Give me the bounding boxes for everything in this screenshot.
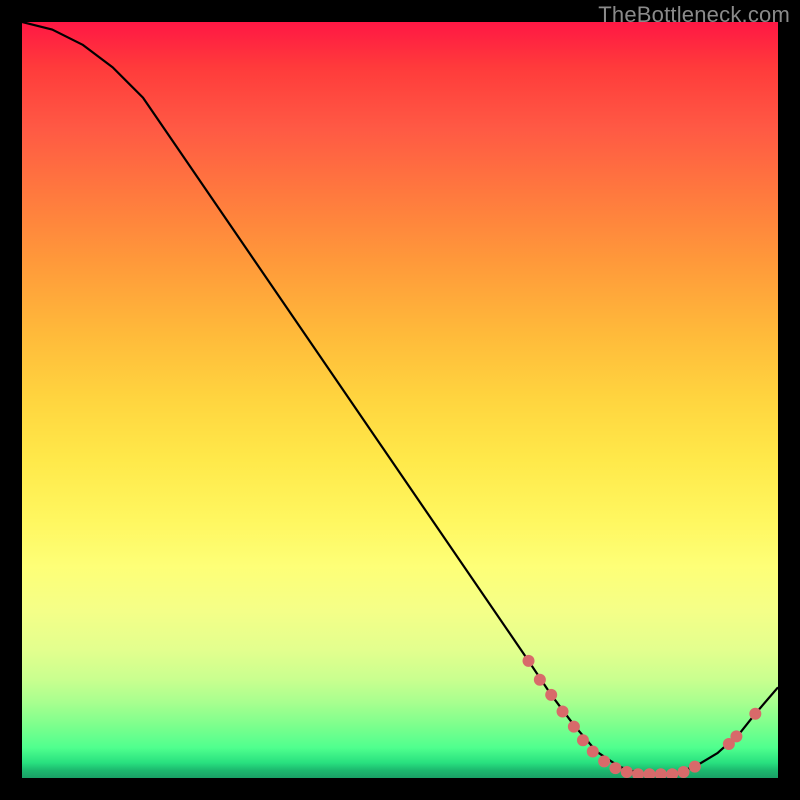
data-marker bbox=[577, 734, 589, 746]
data-marker bbox=[568, 721, 580, 733]
data-marker bbox=[534, 674, 546, 686]
data-marker bbox=[632, 768, 644, 778]
data-marker bbox=[730, 730, 742, 742]
curve-line bbox=[22, 22, 778, 774]
data-marker bbox=[557, 705, 569, 717]
data-marker bbox=[689, 761, 701, 773]
data-marker bbox=[678, 766, 690, 778]
data-marker bbox=[587, 746, 599, 758]
data-marker bbox=[598, 755, 610, 767]
data-marker bbox=[749, 708, 761, 720]
data-marker bbox=[666, 768, 678, 778]
watermark-text: TheBottleneck.com bbox=[598, 2, 790, 28]
plot-svg bbox=[22, 22, 778, 778]
data-marker bbox=[621, 766, 633, 778]
data-marker bbox=[655, 768, 667, 778]
marker-group bbox=[523, 655, 762, 778]
plot-area bbox=[22, 22, 778, 778]
data-marker bbox=[523, 655, 535, 667]
chart-frame: TheBottleneck.com bbox=[0, 0, 800, 800]
data-marker bbox=[545, 689, 557, 701]
data-marker bbox=[643, 768, 655, 778]
data-marker bbox=[609, 762, 621, 774]
